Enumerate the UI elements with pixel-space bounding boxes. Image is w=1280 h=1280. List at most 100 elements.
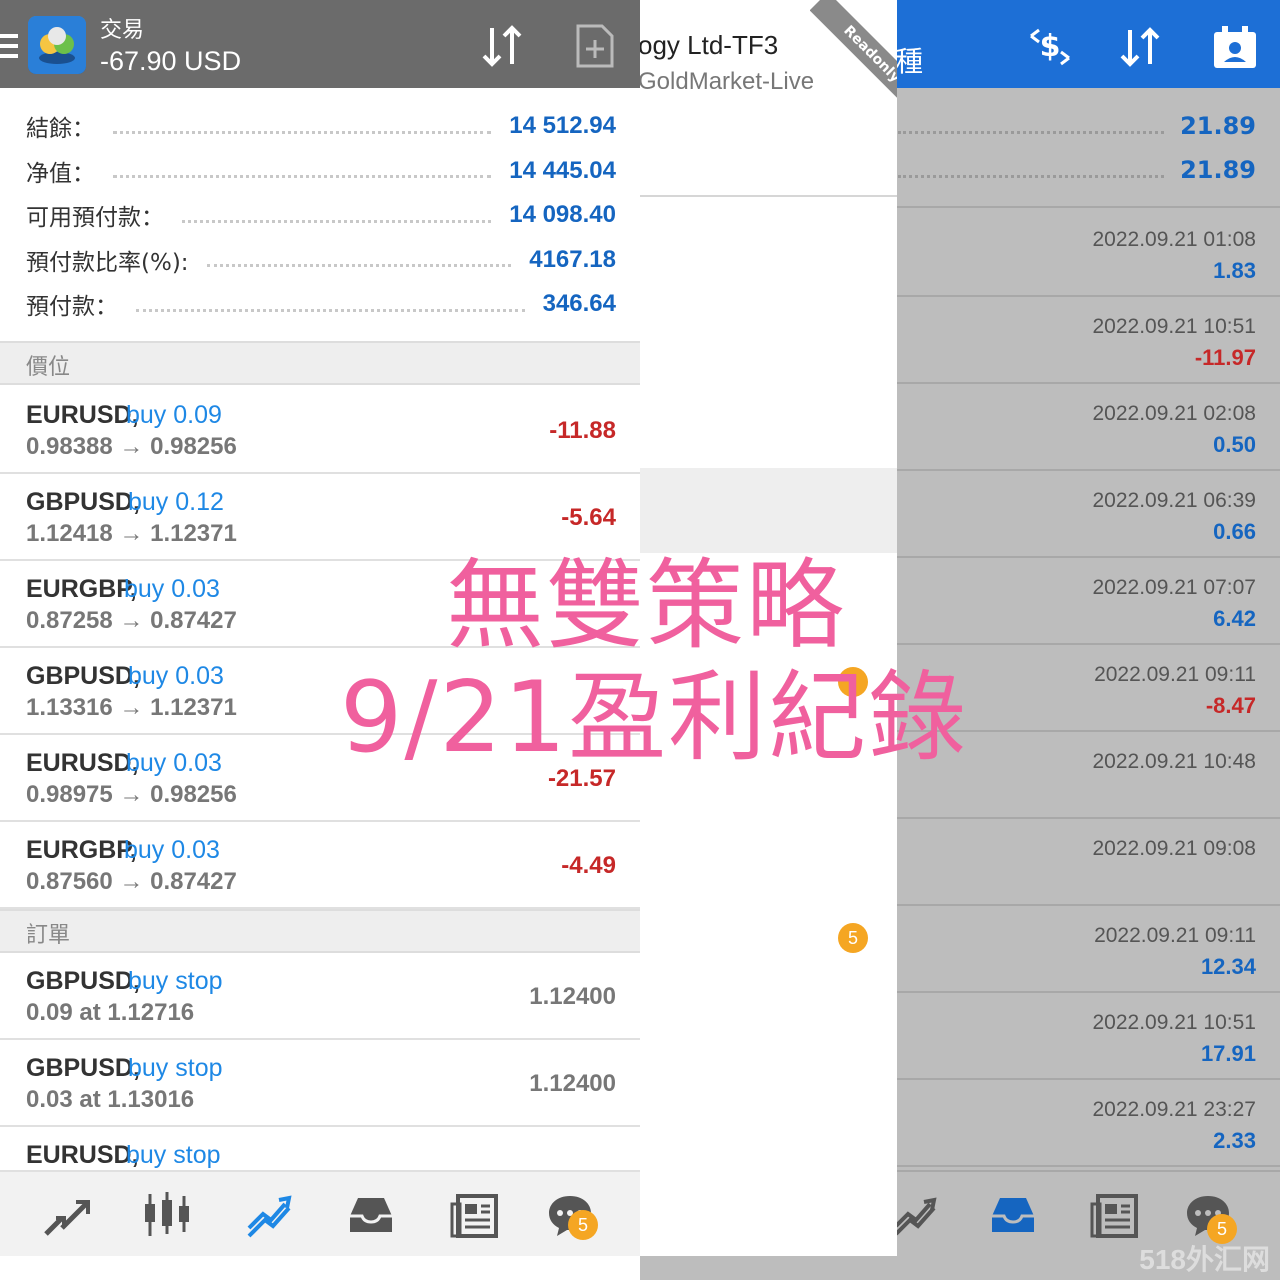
new-order-icon[interactable] — [574, 22, 616, 70]
account-row: 净值： 14 445.04 — [0, 149, 640, 194]
chat-badge: 5 — [568, 1210, 598, 1240]
position-profit: -4.49 — [561, 852, 616, 879]
history-time: 2022.09.21 09:08 — [1092, 837, 1257, 860]
summary-row: 21.89 — [898, 104, 1256, 148]
summary-value: 21.89 — [1180, 156, 1256, 184]
position-side: buy 0.09 — [126, 401, 222, 429]
app-logo-icon — [28, 16, 86, 74]
sort-icon[interactable] — [478, 22, 526, 70]
positions-section-title: 價位 — [26, 355, 71, 380]
position-symbol: GBPUSD, — [26, 662, 140, 690]
account-label: 可用預付款： — [26, 205, 164, 232]
menu-icon[interactable] — [0, 34, 18, 58]
history-time: 2022.09.21 02:08 — [1092, 402, 1257, 425]
bottom-nav: 5 — [0, 1170, 640, 1256]
position-row[interactable]: EURUSD, buy 0.09 0.98388 → 0.98256 -11.88 — [0, 387, 640, 474]
account-row: 預付款比率(%): 4167.18 — [0, 238, 640, 283]
account-value: 14 098.40 — [509, 201, 616, 229]
watermark: 518外汇网 — [1139, 1244, 1270, 1275]
history-icon[interactable] — [988, 1190, 1038, 1240]
svg-text:$: $ — [1040, 29, 1061, 64]
dotted-leader — [113, 175, 492, 179]
order-detail: 0.03 at 1.13016 — [26, 1086, 195, 1113]
trade-header: 交易 -67.90 USD — [0, 0, 640, 88]
sort-icon[interactable] — [1116, 22, 1166, 72]
history-time: 2022.09.21 10:51 — [1092, 1011, 1257, 1034]
position-row[interactable]: EURGBP, buy 0.03 0.87560 → 0.87427 -4.49 — [0, 822, 640, 909]
order-price: 1.12400 — [529, 1070, 616, 1097]
history-amount: -8.47 — [1205, 693, 1256, 718]
order-symbol: GBPUSD, — [26, 1054, 140, 1082]
account-label: 預付款： — [26, 294, 118, 321]
history-amount: 2.33 — [1213, 1128, 1256, 1153]
position-symbol: EURUSD, — [26, 749, 139, 777]
history-amount: 17.91 — [1200, 1041, 1256, 1066]
page-title: 交易 — [100, 17, 145, 42]
history-time: 2022.09.21 01:08 — [1092, 228, 1257, 251]
orders-section-title: 訂單 — [26, 923, 71, 948]
readonly-ribbon: Readonly — [810, 0, 897, 100]
chart-icon[interactable] — [142, 1190, 192, 1240]
drawer-divider — [640, 195, 897, 197]
orders-section-header: 訂單 — [0, 909, 640, 953]
position-symbol: EURUSD, — [26, 401, 139, 429]
history-header-title: 種 — [895, 45, 924, 78]
order-price: 1.12400 — [529, 983, 616, 1010]
calendar-icon[interactable] — [1210, 22, 1260, 72]
position-side: buy 0.12 — [128, 488, 224, 516]
account-row: 預付款： 346.64 — [0, 282, 640, 327]
account-row: 可用預付款： 14 098.40 — [0, 193, 640, 238]
position-side: buy 0.03 — [124, 836, 220, 864]
account-company: ogy Ltd-TF3 — [640, 30, 779, 60]
position-prices: 1.12418 → 1.12371 — [26, 520, 237, 547]
position-side: buy 0.03 — [124, 575, 220, 603]
summary-value: 21.89 — [1180, 112, 1256, 140]
order-row[interactable]: GBPUSD, buy stop 0.03 at 1.13016 1.12400 — [0, 1040, 640, 1127]
history-amount: 1.83 — [1213, 258, 1256, 283]
account-value: 4167.18 — [529, 245, 616, 273]
history-time: 2022.09.21 06:39 — [1092, 489, 1257, 512]
news-icon[interactable] — [450, 1190, 500, 1240]
trade-icon[interactable] — [245, 1190, 295, 1240]
history-amount: 6.42 — [1213, 606, 1256, 631]
news-icon[interactable] — [1090, 1190, 1140, 1240]
account-value: 346.64 — [542, 290, 616, 318]
order-symbol: GBPUSD, — [26, 967, 140, 995]
dotted-leader — [206, 264, 512, 268]
position-symbol: EURGBP, — [26, 575, 137, 603]
history-amount: 12.34 — [1200, 954, 1256, 979]
order-type: buy stop — [126, 1141, 221, 1169]
currency-exchange-icon[interactable]: $ — [1025, 22, 1075, 72]
order-symbol: EURUSD, — [26, 1141, 139, 1169]
position-side: buy 0.03 — [126, 749, 222, 777]
order-type: buy stop — [128, 967, 223, 995]
account-value: 14 445.04 — [509, 156, 616, 184]
history-amount: 0.50 — [1213, 432, 1256, 457]
history-time: 2022.09.21 10:48 — [1092, 750, 1257, 773]
dotted-leader — [136, 308, 525, 312]
trade-icon[interactable] — [890, 1190, 940, 1240]
positions-section-header: 價位 — [0, 341, 640, 385]
position-profit: -11.88 — [549, 417, 616, 444]
position-side: buy 0.03 — [128, 662, 224, 690]
account-label: 净值： — [26, 160, 95, 187]
quotes-icon[interactable] — [42, 1190, 92, 1240]
position-prices: 0.98975 → 0.98256 — [26, 781, 237, 808]
readonly-label: Readonly — [810, 0, 897, 100]
dotted-leader — [113, 130, 492, 134]
history-amount: 0.66 — [1213, 519, 1256, 544]
overlay-subtitle: 9/21盈利紀錄 — [340, 661, 969, 775]
history-time: 2022.09.21 07:07 — [1092, 576, 1257, 599]
history-amount: -11.97 — [1194, 345, 1256, 370]
history-time: 2022.09.21 09:11 — [1094, 924, 1256, 947]
history-icon[interactable] — [346, 1190, 396, 1240]
position-prices: 0.87258 → 0.87427 — [26, 607, 237, 634]
position-prices: 0.98388 → 0.98256 — [26, 433, 237, 460]
account-value: 14 512.94 — [509, 112, 616, 140]
account-label: 結餘： — [26, 116, 95, 143]
account-server: GoldMarket-Live — [640, 68, 815, 95]
order-row[interactable]: GBPUSD, buy stop 0.09 at 1.12716 1.12400 — [0, 953, 640, 1040]
history-time: 2022.09.21 09:11 — [1094, 663, 1256, 686]
history-time: 2022.09.21 23:27 — [1092, 1098, 1257, 1121]
history-time: 2022.09.21 10:51 — [1092, 315, 1257, 338]
